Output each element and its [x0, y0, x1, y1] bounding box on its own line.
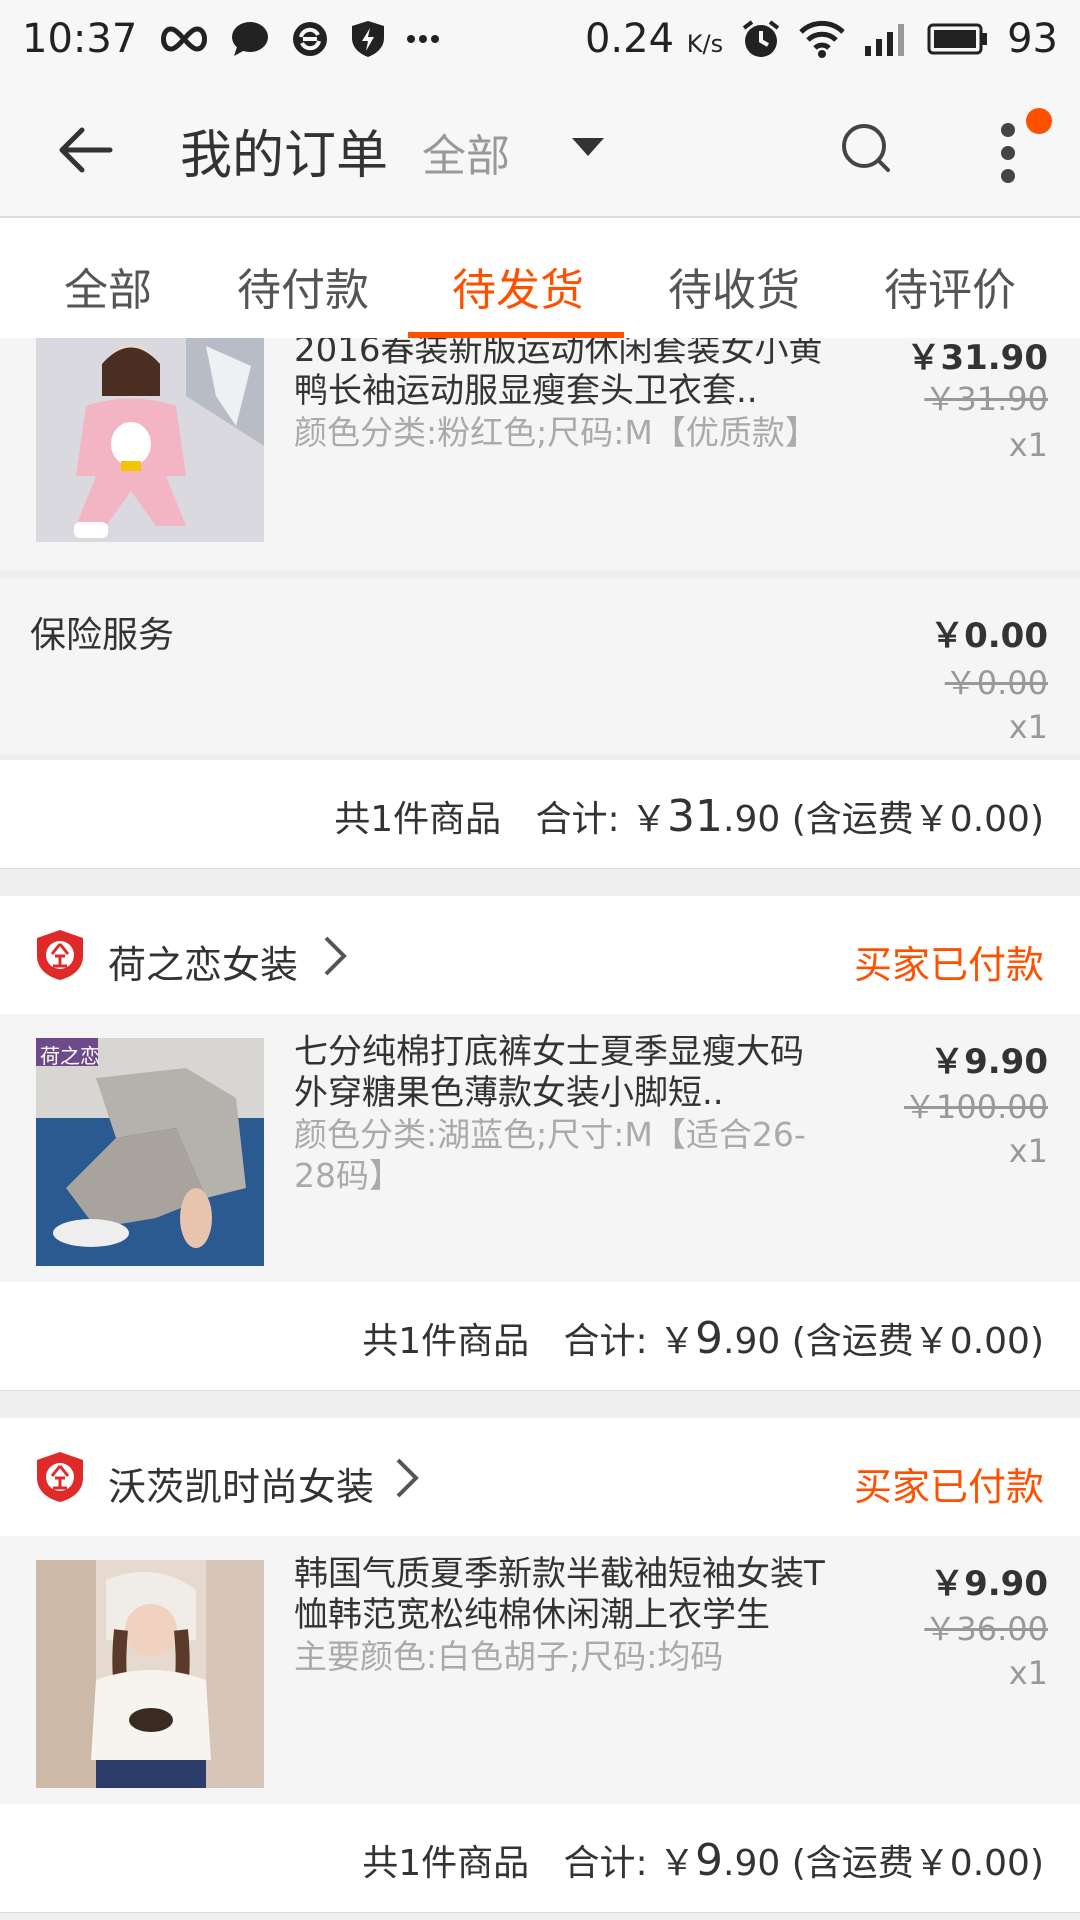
chevron-right-icon[interactable] — [392, 1456, 422, 1500]
shop-header[interactable]: 荷之恋女装 买家已付款 — [0, 896, 1080, 1015]
order-item[interactable]: 荷之恋 七分纯棉打底裤女士夏季显瘦大码外穿糖果色薄款女装小脚短.. 颜色分类:湖… — [0, 1014, 1080, 1282]
notification-dot — [1026, 108, 1052, 134]
tab-pending-review[interactable]: 待评价 — [884, 254, 1016, 318]
order-item[interactable]: 韩国气质夏季新款半截袖短袖女装T恤韩范宽松纯棉休闲潮上衣学生 主要颜色:白色胡子… — [0, 1536, 1080, 1804]
shield-icon — [351, 20, 385, 58]
chat-bubble-icon — [231, 21, 269, 57]
shop-badge-icon — [36, 929, 84, 981]
shop-name[interactable]: 荷之恋女装 — [108, 934, 298, 989]
product-thumbnail[interactable]: 荷之恋 — [36, 1038, 264, 1266]
shop-badge-icon — [36, 1451, 84, 1503]
order-summary: 共1件商品 合计: ￥9.90 (含运费￥0.00) — [0, 1282, 1080, 1391]
search-button[interactable] — [836, 118, 896, 178]
order-status: 买家已付款 — [853, 1465, 1044, 1509]
page-title: 我的订单 — [180, 126, 389, 186]
product-title[interactable]: 七分纯棉打底裤女士夏季显瘦大码外穿糖果色薄款女装小脚短.. — [294, 1032, 834, 1114]
order-list[interactable]: 2016春装新版运动休闲套装女小黄鸭长袖运动服显瘦套头卫衣套.. 颜色分类:粉红… — [0, 338, 1080, 1920]
infinity-icon — [159, 24, 209, 54]
order-status-tabs: 全部 待付款 待发货 待收货 待评价 — [0, 218, 1080, 339]
status-time: 10:37 — [22, 16, 138, 62]
network-speed: 0.24 K/s — [584, 16, 724, 62]
product-spec: 主要颜色:白色胡子;尺码:均码 — [294, 1637, 724, 1676]
product-original-price: ￥36.00 — [924, 1610, 1048, 1648]
battery-level: 93 — [1007, 16, 1058, 62]
back-arrow-icon — [59, 127, 113, 173]
insurance-price: ￥0.00 — [930, 616, 1048, 656]
alarm-icon — [741, 19, 781, 59]
thumbnail-brand-text: 荷之恋 — [40, 1044, 100, 1068]
insurance-quantity: x1 — [1008, 708, 1048, 746]
insurance-original-price: ￥0.00 — [944, 664, 1048, 702]
product-price: ￥9.90 — [930, 1042, 1048, 1082]
status-bar: 10:37 0.24 K/s 93 — [0, 0, 1080, 78]
order-item[interactable]: 2016春装新版运动休闲套装女小黄鸭长袖运动服显瘦套头卫衣套.. 颜色分类:粉红… — [0, 338, 1080, 570]
order-summary-text: 共1件商品 合计: ￥31.90 (含运费￥0.00) — [334, 791, 1044, 842]
tab-all[interactable]: 全部 — [64, 254, 152, 318]
signal-icon — [863, 20, 909, 58]
battery-icon — [927, 23, 989, 55]
tab-pending-receipt[interactable]: 待收货 — [668, 254, 800, 318]
chevron-right-icon[interactable] — [320, 934, 350, 978]
header-bar: 我的订单 全部 — [0, 78, 1080, 218]
tab-pending-shipment[interactable]: 待发货 — [452, 254, 584, 318]
back-button[interactable] — [54, 118, 118, 182]
order-summary-text: 共1件商品 合计: ￥9.90 (含运费￥0.00) — [362, 1313, 1044, 1364]
product-thumbnail[interactable] — [36, 1560, 264, 1788]
product-price: ￥9.90 — [930, 1564, 1048, 1604]
product-quantity: x1 — [1008, 426, 1048, 464]
dropdown-caret-icon[interactable] — [572, 138, 604, 156]
more-dots-icon — [407, 34, 440, 44]
order-summary: 共1件商品 合计: ￥9.90 (含运费￥0.00) — [0, 1804, 1080, 1913]
product-spec: 颜色分类:粉红色;尺码:M【优质款】 — [294, 413, 818, 452]
order-summary-text: 共1件商品 合计: ￥9.90 (含运费￥0.00) — [362, 1835, 1044, 1886]
product-title[interactable]: 2016春装新版运动休闲套装女小黄鸭长袖运动服显瘦套头卫衣套.. — [294, 338, 834, 412]
tab-pending-payment[interactable]: 待付款 — [237, 254, 369, 318]
shop-header[interactable]: 沃茨凯时尚女装 买家已付款 — [0, 1418, 1080, 1537]
more-menu-button[interactable] — [990, 118, 1030, 188]
wifi-icon — [799, 20, 845, 58]
sync-icon — [291, 20, 329, 58]
product-original-price: ￥100.00 — [904, 1088, 1048, 1126]
order-status: 买家已付款 — [853, 943, 1044, 987]
search-icon — [842, 124, 890, 172]
product-title[interactable]: 韩国气质夏季新款半截袖短袖女装T恤韩范宽松纯棉休闲潮上衣学生 — [294, 1554, 834, 1636]
product-original-price: ￥31.90 — [924, 380, 1048, 418]
shop-name[interactable]: 沃茨凯时尚女装 — [108, 1456, 374, 1511]
product-thumbnail[interactable] — [36, 338, 264, 542]
product-price: ￥31.90 — [906, 338, 1048, 378]
product-quantity: x1 — [1008, 1132, 1048, 1170]
order-filter-dropdown[interactable]: 全部 — [422, 120, 510, 184]
insurance-label: 保险服务 — [30, 615, 175, 656]
order-summary: 共1件商品 合计: ￥31.90 (含运费￥0.00) — [0, 760, 1080, 869]
more-vertical-icon — [1001, 123, 1015, 183]
product-spec: 颜色分类:湖蓝色;尺寸:M【适合26-28码】 — [294, 1115, 806, 1195]
product-quantity: x1 — [1008, 1654, 1048, 1692]
insurance-service-row: 保险服务 ￥0.00 ￥0.00 x1 — [0, 578, 1080, 754]
